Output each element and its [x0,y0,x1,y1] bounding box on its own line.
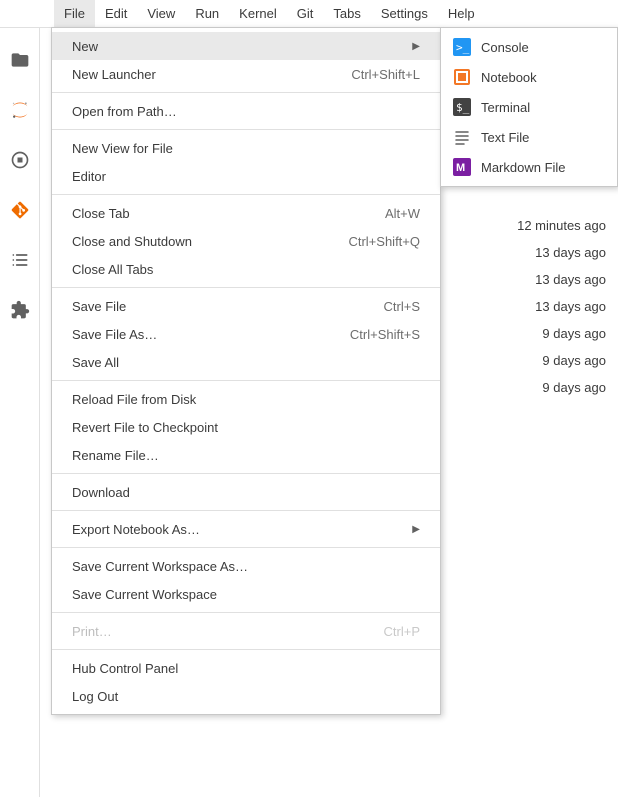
menu-item-revert-checkpoint[interactable]: Revert File to Checkpoint [52,413,440,441]
menu-run[interactable]: Run [185,0,229,27]
submenu-item-notebook[interactable]: Notebook [441,62,617,92]
menu-separator [52,612,440,613]
git-icon[interactable] [10,200,30,220]
menu-tabs[interactable]: Tabs [323,0,370,27]
extension-icon[interactable] [10,300,30,320]
menu-git[interactable]: Git [287,0,324,27]
menu-item-save-workspace[interactable]: Save Current Workspace [52,580,440,608]
menu-separator [52,194,440,195]
menu-separator [52,380,440,381]
svg-text:>_: >_ [456,41,470,54]
menu-item-new-view[interactable]: New View for File [52,134,440,162]
timestamp: 13 days ago [535,245,606,260]
svg-text:M: M [456,162,465,174]
menu-item-save-file[interactable]: Save File Ctrl+S [52,292,440,320]
chevron-right-icon: ▶ [412,524,420,535]
notebook-icon [453,68,471,86]
menu-item-hub-control-panel[interactable]: Hub Control Panel [52,654,440,682]
running-icon[interactable] [10,150,30,170]
menu-separator [52,510,440,511]
menu-separator [52,547,440,548]
menu-item-save-all[interactable]: Save All [52,348,440,376]
menu-item-new-launcher[interactable]: New Launcher Ctrl+Shift+L [52,60,440,88]
timestamps-column: 12 minutes ago 13 days ago 13 days ago 1… [517,218,606,395]
timestamp: 13 days ago [535,272,606,287]
submenu-item-console[interactable]: >_ Console [441,32,617,62]
menu-item-reload-file[interactable]: Reload File from Disk [52,385,440,413]
menu-separator [52,649,440,650]
menu-settings[interactable]: Settings [371,0,438,27]
textfile-icon [453,128,471,146]
menu-item-export-notebook[interactable]: Export Notebook As… ▶ [52,515,440,543]
menu-item-save-file-as[interactable]: Save File As… Ctrl+Shift+S [52,320,440,348]
menubar: File Edit View Run Kernel Git Tabs Setti… [0,0,618,28]
menu-edit[interactable]: Edit [95,0,137,27]
menu-separator [52,473,440,474]
file-menu-panel: New ▶ New Launcher Ctrl+Shift+L Open fro… [51,27,441,715]
menu-separator [52,287,440,288]
timestamp: 9 days ago [542,326,606,341]
menu-item-new[interactable]: New ▶ [52,32,440,60]
menu-help[interactable]: Help [438,0,485,27]
submenu-item-markdown[interactable]: M Markdown File [441,152,617,182]
activity-bar [0,28,40,797]
menu-item-rename-file[interactable]: Rename File… [52,441,440,469]
svg-text:$_: $_ [456,101,470,114]
new-submenu-panel: >_ Console Notebook $_ Terminal Text Fil… [440,27,618,187]
menu-item-log-out[interactable]: Log Out [52,682,440,710]
menu-item-open-from-path[interactable]: Open from Path… [52,97,440,125]
timestamp: 12 minutes ago [517,218,606,233]
jupyter-logo-icon[interactable] [10,100,30,120]
toc-icon[interactable] [10,250,30,270]
timestamp: 13 days ago [535,299,606,314]
menu-item-print: Print… Ctrl+P [52,617,440,645]
console-icon: >_ [453,38,471,56]
submenu-item-terminal[interactable]: $_ Terminal [441,92,617,122]
menu-item-close-tab[interactable]: Close Tab Alt+W [52,199,440,227]
menu-item-close-shutdown[interactable]: Close and Shutdown Ctrl+Shift+Q [52,227,440,255]
markdown-icon: M [453,158,471,176]
timestamp: 9 days ago [542,380,606,395]
menu-kernel[interactable]: Kernel [229,0,287,27]
timestamp: 9 days ago [542,353,606,368]
menu-item-editor[interactable]: Editor [52,162,440,190]
menu-view[interactable]: View [137,0,185,27]
menu-separator [52,92,440,93]
menu-item-download[interactable]: Download [52,478,440,506]
submenu-item-textfile[interactable]: Text File [441,122,617,152]
folder-icon[interactable] [10,50,30,70]
terminal-icon: $_ [453,98,471,116]
chevron-right-icon: ▶ [412,41,420,52]
menu-item-save-workspace-as[interactable]: Save Current Workspace As… [52,552,440,580]
menu-separator [52,129,440,130]
menu-item-close-all-tabs[interactable]: Close All Tabs [52,255,440,283]
menu-file[interactable]: File [54,0,95,27]
